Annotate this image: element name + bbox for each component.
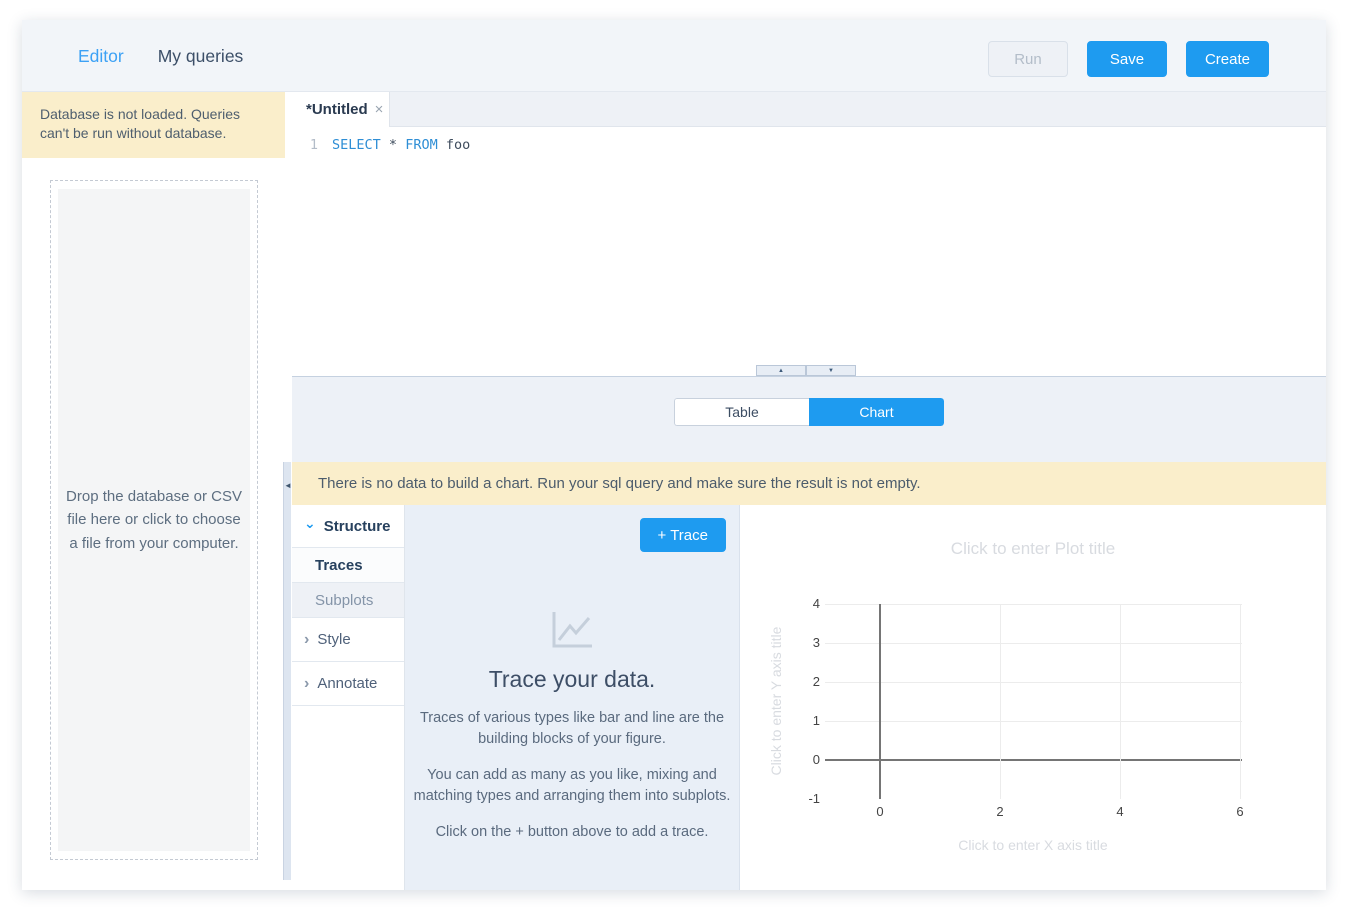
top-nav: Editor My queries <box>78 20 243 92</box>
chevron-right-icon: › <box>304 675 309 693</box>
query-tab-bar: *Untitled × <box>292 92 1326 127</box>
collapse-left-icon: ◄ <box>284 482 292 490</box>
chart-empty-warning: There is no data to build a chart. Run y… <box>292 462 1326 505</box>
splitter-up-button[interactable]: ▲ <box>756 365 806 376</box>
query-tab-title: *Untitled <box>306 101 368 118</box>
result-view-toggle: Table Chart <box>674 398 944 426</box>
y-tick-label: 3 <box>770 634 820 652</box>
chevron-right-icon: › <box>304 631 309 649</box>
editor-result-splitter[interactable]: ▲ ▼ <box>292 365 1326 377</box>
plot-area[interactable] <box>825 604 1242 799</box>
nav-structure[interactable]: ⌄ Structure <box>292 505 404 548</box>
x-tick-label: 0 <box>855 804 905 819</box>
database-warning: Database is not loaded. Queries can't be… <box>22 92 285 158</box>
dropzone-text: Drop the database or CSV file here or cl… <box>62 485 247 555</box>
zero-line <box>825 759 1242 761</box>
empty-state-text: You can add as many as you like, mixing … <box>412 765 732 807</box>
x-axis-title-placeholder[interactable]: Click to enter X axis title <box>740 837 1326 853</box>
nav-structure-label: Structure <box>324 518 391 535</box>
line-chart-icon <box>548 608 596 650</box>
zero-line <box>879 604 881 799</box>
line-number: 1 <box>292 137 318 153</box>
sql-star: * <box>389 137 397 153</box>
database-sidebar: Database is not loaded. Queries can't be… <box>22 92 285 890</box>
grid-line <box>1120 604 1121 799</box>
x-tick-label: 6 <box>1215 804 1265 819</box>
chart-editor: ⌄ Structure Traces Subplots › Style › An… <box>292 505 1326 890</box>
arrow-up-icon: ▲ <box>778 368 784 374</box>
nav-style-label: Style <box>317 631 350 648</box>
nav-my-queries[interactable]: My queries <box>158 46 244 67</box>
close-icon[interactable]: × <box>375 101 384 118</box>
empty-state-text: Click on the + button above to add a tra… <box>412 822 732 843</box>
main-area: *Untitled × 1 SELECT * FROM foo ▲ ▼ Tabl… <box>292 92 1326 890</box>
trace-empty-state: + Trace Trace your data. Traces of vario… <box>405 505 740 890</box>
sql-identifier: foo <box>446 137 470 153</box>
result-area: Table Chart <box>292 377 1326 462</box>
grid-line <box>1000 604 1001 799</box>
nav-style[interactable]: › Style <box>292 618 404 662</box>
sql-editor[interactable]: 1 SELECT * FROM foo <box>292 127 1326 377</box>
plot-title-placeholder[interactable]: Click to enter Plot title <box>740 539 1326 559</box>
grid-line <box>825 643 1242 644</box>
run-button[interactable]: Run <box>988 41 1068 77</box>
chart-toggle-button[interactable]: Chart <box>809 398 944 426</box>
nav-annotate-label: Annotate <box>317 675 377 692</box>
nav-annotate[interactable]: › Annotate <box>292 662 404 706</box>
arrow-down-icon: ▼ <box>828 368 834 374</box>
y-tick-label: 2 <box>770 673 820 691</box>
nav-traces[interactable]: Traces <box>292 548 404 583</box>
save-button[interactable]: Save <box>1087 41 1167 77</box>
nav-traces-label: Traces <box>315 557 363 574</box>
plot-panel: Click to enter Plot title Click to enter… <box>740 505 1326 890</box>
nav-subplots-label: Subplots <box>315 592 373 609</box>
query-tab-untitled[interactable]: *Untitled × <box>292 92 390 127</box>
y-tick-label: 1 <box>770 712 820 730</box>
sidebar-collapse-handle[interactable]: ◄ <box>283 462 291 880</box>
chevron-down-icon: ⌄ <box>304 515 316 532</box>
app-window: Editor My queries Run Save Create Databa… <box>22 20 1326 890</box>
add-trace-button[interactable]: + Trace <box>640 518 726 552</box>
top-bar: Editor My queries Run Save Create <box>22 20 1326 92</box>
file-dropzone-inner[interactable]: Drop the database or CSV file here or cl… <box>58 189 250 851</box>
top-actions: Run Save Create <box>988 41 1269 77</box>
y-tick-label: 0 <box>770 751 820 769</box>
empty-state-heading: Trace your data. <box>489 666 656 693</box>
table-toggle-button[interactable]: Table <box>674 398 809 426</box>
sql-keyword: SELECT <box>332 137 381 153</box>
x-tick-label: 2 <box>975 804 1025 819</box>
file-dropzone[interactable]: Drop the database or CSV file here or cl… <box>50 180 258 860</box>
nav-editor[interactable]: Editor <box>78 46 124 67</box>
grid-line <box>825 721 1242 722</box>
grid-line <box>1240 604 1241 799</box>
y-tick-label: -1 <box>770 790 820 808</box>
code-line: 1 SELECT * FROM foo <box>292 127 1326 153</box>
y-tick-label: 4 <box>770 595 820 613</box>
create-button[interactable]: Create <box>1186 41 1269 77</box>
empty-state-text: Traces of various types like bar and lin… <box>412 708 732 750</box>
nav-subplots[interactable]: Subplots <box>292 583 404 618</box>
sql-keyword: FROM <box>405 137 438 153</box>
splitter-down-button[interactable]: ▼ <box>806 365 856 376</box>
sql-code: SELECT * FROM foo <box>318 137 470 153</box>
grid-line <box>825 604 1242 605</box>
chart-editor-nav: ⌄ Structure Traces Subplots › Style › An… <box>292 505 405 890</box>
x-tick-label: 4 <box>1095 804 1145 819</box>
grid-line <box>825 682 1242 683</box>
